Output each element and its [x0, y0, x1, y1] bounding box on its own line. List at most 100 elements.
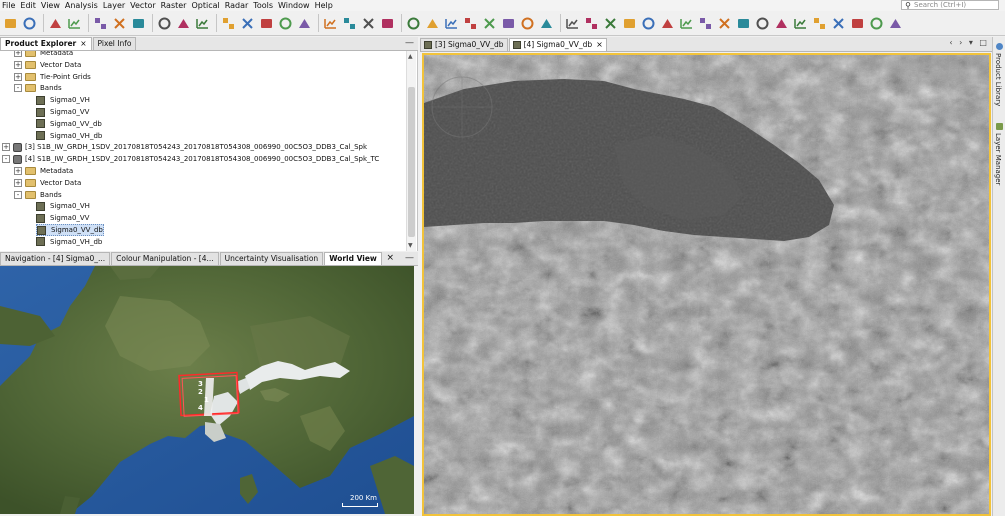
globe-icon[interactable]: [296, 15, 313, 32]
matrix-icon[interactable]: [538, 15, 555, 32]
scatter-plot-icon[interactable]: [341, 15, 358, 32]
star-icon[interactable]: [792, 15, 809, 32]
tree-node[interactable]: - Bands: [14, 189, 62, 201]
tree-node[interactable]: + Metadata: [14, 51, 73, 59]
gcp-tool-icon[interactable]: [621, 15, 638, 32]
grid-icon[interactable]: [443, 15, 460, 32]
flower-icon[interactable]: [849, 15, 866, 32]
binary-icon[interactable]: [830, 15, 847, 32]
tab-colour[interactable]: Colour Manipulation - [4...: [111, 252, 219, 265]
tree-node[interactable]: + Metadata: [14, 165, 73, 177]
aperture-icon[interactable]: [811, 15, 828, 32]
tab-navigation[interactable]: Navigation - [4] Sigma0_...: [0, 252, 111, 265]
tree-node[interactable]: - Bands: [14, 82, 62, 94]
settings-icon[interactable]: [887, 15, 904, 32]
scroll-up-icon[interactable]: ▲: [408, 53, 413, 60]
session-icon[interactable]: [21, 15, 38, 32]
search-box[interactable]: ⚲ Search (Ctrl+I): [901, 0, 999, 10]
expand-toggle[interactable]: -: [14, 84, 22, 93]
scroll-down-icon[interactable]: ▼: [408, 242, 413, 249]
menu-layer[interactable]: Layer: [101, 0, 128, 11]
tab-uncertainty[interactable]: Uncertainty Visualisation: [219, 252, 324, 265]
ruler-icon[interactable]: [754, 15, 771, 32]
sigma-icon[interactable]: [379, 15, 396, 32]
minimize-button[interactable]: —: [405, 37, 414, 49]
tree-node[interactable]: Sigma0_VH: [36, 94, 90, 106]
world-map-icon[interactable]: [500, 15, 517, 32]
tree-node[interactable]: Sigma0_VH: [36, 200, 90, 212]
graph-icon[interactable]: [519, 15, 536, 32]
polyline-tool-icon[interactable]: [659, 15, 676, 32]
menu-raster[interactable]: Raster: [159, 0, 190, 11]
line-tool-icon[interactable]: [640, 15, 657, 32]
expand-toggle[interactable]: +: [14, 72, 22, 81]
redo-icon[interactable]: [66, 15, 83, 32]
histogram-icon[interactable]: [277, 15, 294, 32]
menu-optical[interactable]: Optical: [189, 0, 222, 11]
tab-product-explorer[interactable]: Product Explorer ×: [0, 37, 92, 50]
close-icon[interactable]: ×: [80, 39, 86, 48]
tree-node[interactable]: Sigma0_VV: [36, 106, 89, 118]
range-finder-icon[interactable]: [220, 15, 237, 32]
band-maths-icon[interactable]: [92, 15, 109, 32]
rgb-image-icon[interactable]: [156, 15, 173, 32]
information-icon[interactable]: [424, 15, 441, 32]
pan-tool-icon[interactable]: [583, 15, 600, 32]
tree-node[interactable]: Sigma0_VV_db: [36, 224, 104, 236]
tree-node[interactable]: + [3] S1B_IW_GRDH_1SDV_20170818T054243_20…: [2, 141, 367, 153]
undo-icon[interactable]: [47, 15, 64, 32]
pin-icon[interactable]: [194, 15, 211, 32]
close-icon[interactable]: ×: [596, 39, 603, 51]
menu-window[interactable]: Window: [276, 0, 313, 11]
tab-image-4[interactable]: [4] Sigma0_VV_db ×: [508, 38, 607, 51]
select-tool-icon[interactable]: [564, 15, 581, 32]
menu-file[interactable]: File: [0, 0, 18, 11]
layers-icon[interactable]: [462, 15, 479, 32]
sar-image-view[interactable]: [422, 53, 991, 516]
world-map[interactable]: 3 2 1 4 200 Km: [0, 266, 414, 514]
magic-wand-icon[interactable]: [735, 15, 752, 32]
polygon-icon[interactable]: [239, 15, 256, 32]
expand-toggle[interactable]: +: [14, 60, 22, 69]
tree-node[interactable]: Sigma0_VH_db: [36, 130, 102, 142]
document-controls[interactable]: ‹ › ▾ □: [949, 38, 989, 47]
expand-toggle[interactable]: -: [14, 190, 22, 199]
menu-help[interactable]: Help: [313, 0, 336, 11]
expand-toggle[interactable]: +: [14, 178, 22, 187]
zoom-tool-icon[interactable]: [602, 15, 619, 32]
batch-processing-icon[interactable]: [130, 15, 147, 32]
tree-node[interactable]: Sigma0_VV: [36, 212, 89, 224]
expand-toggle[interactable]: -: [2, 155, 10, 164]
menu-radar[interactable]: Radar: [223, 0, 252, 11]
ellipse-tool-icon[interactable]: [716, 15, 733, 32]
gcp-manager-icon[interactable]: [481, 15, 498, 32]
tree-node[interactable]: - [4] S1B_IW_GRDH_1SDV_20170818T054243_20…: [2, 153, 379, 165]
layer-manager-icon[interactable]: [996, 123, 1003, 130]
tab-world[interactable]: World View: [324, 252, 382, 265]
layer-manager-tab[interactable]: Layer Manager: [994, 133, 1002, 185]
menu-vector[interactable]: Vector: [128, 0, 159, 11]
scrollbar-thumb[interactable]: [408, 87, 415, 237]
pencil-icon[interactable]: [773, 15, 790, 32]
menu-analysis[interactable]: Analysis: [63, 0, 101, 11]
expand-toggle[interactable]: +: [2, 143, 10, 152]
tree-node[interactable]: + Vector Data: [14, 177, 81, 189]
profile-plot-icon[interactable]: [360, 15, 377, 32]
menu-view[interactable]: View: [39, 0, 63, 11]
minimize-button[interactable]: —: [405, 252, 414, 264]
open-product-icon[interactable]: [2, 15, 19, 32]
mask-manager-icon[interactable]: [405, 15, 422, 32]
tree-scrollbar[interactable]: ▲ ▼: [406, 51, 416, 251]
tab-image-3[interactable]: [3] Sigma0_VV_db: [420, 38, 508, 51]
expand-toggle[interactable]: +: [14, 51, 22, 57]
tree-node[interactable]: Sigma0_VV_db: [36, 118, 102, 130]
graph-builder-icon[interactable]: [111, 15, 128, 32]
tree-node[interactable]: + Vector Data: [14, 59, 81, 71]
statistics-icon[interactable]: [322, 15, 339, 32]
close-icon[interactable]: ×: [386, 252, 394, 264]
product-library-icon[interactable]: [996, 43, 1003, 50]
polygon-tool-icon[interactable]: [697, 15, 714, 32]
tree-node[interactable]: Sigma0_VH_db: [36, 236, 102, 248]
expand-toggle[interactable]: +: [14, 167, 22, 175]
product-library-tab[interactable]: Product Library: [994, 53, 1002, 106]
